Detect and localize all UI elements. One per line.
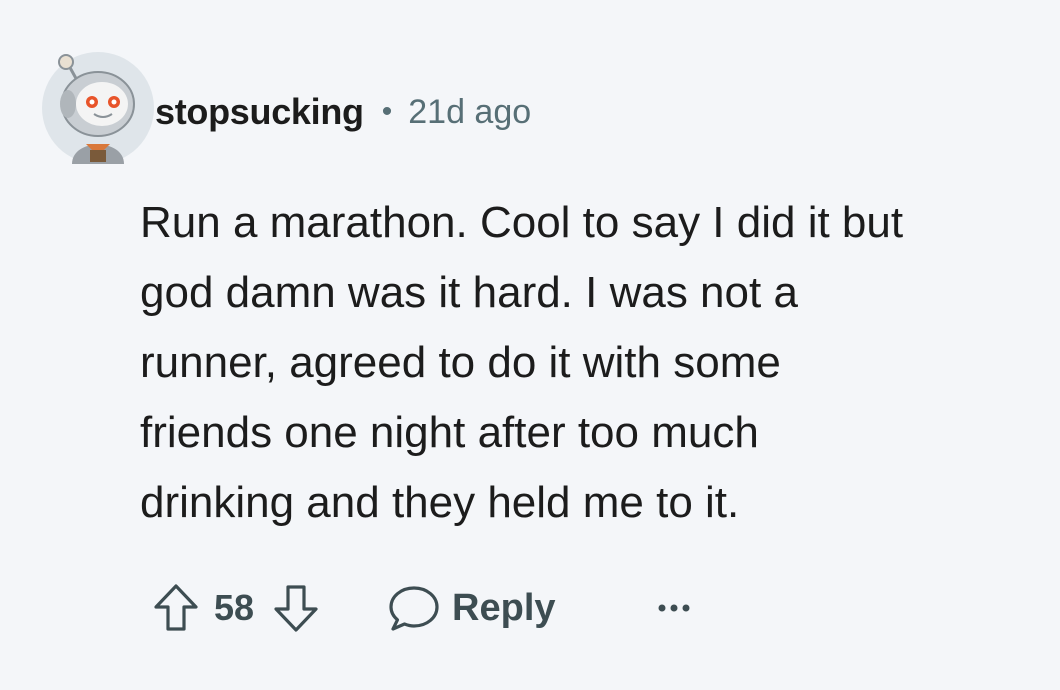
upvote-button[interactable] [152, 583, 200, 633]
snoo-avatar-icon [42, 52, 154, 164]
reply-button[interactable]: Reply [386, 583, 556, 633]
downvote-button[interactable] [272, 583, 320, 633]
comment-body-line: friends one night after too much [140, 408, 759, 457]
comment-body-line: Run a marathon. Cool to say I did it but [140, 198, 904, 247]
arrow-up-outline-icon [154, 584, 198, 631]
more-options-button[interactable] [654, 601, 694, 615]
comment-card: stopsucking • 21d ago Run a marathon. Co… [0, 0, 1060, 690]
timestamp[interactable]: 21d ago [408, 93, 531, 132]
comment-actions: 58 Reply [152, 578, 694, 638]
avatar[interactable] [42, 52, 154, 164]
vote-score: 58 [214, 587, 255, 628]
comment-body-line: runner, agreed to do it with some [140, 338, 781, 387]
speech-bubble-icon [389, 586, 439, 631]
comment-body: Run a marathon. Cool to say I did it but… [140, 188, 1040, 538]
comment-body-line: drinking and they held me to it. [140, 478, 740, 527]
meta-separator: • [381, 95, 393, 128]
comment-header: stopsucking • 21d ago [155, 84, 531, 140]
ellipsis-icon [658, 604, 690, 612]
username[interactable]: stopsucking [155, 91, 364, 133]
comment-body-line: god damn was it hard. I was not a [140, 268, 798, 317]
reply-label: Reply [452, 586, 556, 629]
arrow-down-outline-icon [274, 585, 318, 632]
